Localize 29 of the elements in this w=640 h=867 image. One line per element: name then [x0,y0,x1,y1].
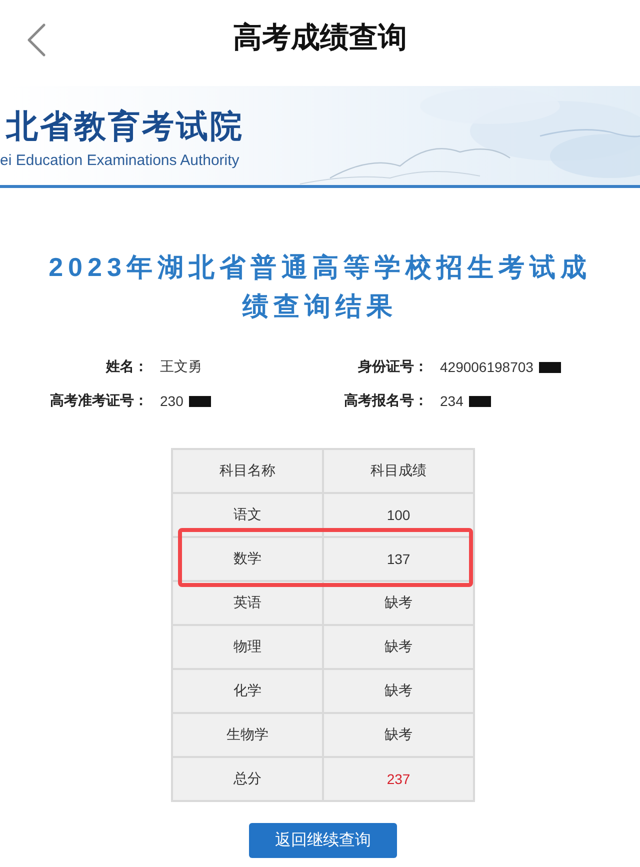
table-cell: 化学 [173,670,322,712]
table-cell: 缺考 [324,670,473,712]
page-title: 高考成绩查询 [232,20,408,56]
field-label: 身份证号： [358,358,428,376]
logo-title: 北省教育考试院 [4,107,245,145]
table-cell: 总分 [173,758,322,800]
field-label: 高考报名号： [344,392,428,410]
table-cell: 物理 [173,626,322,668]
field-value: 230 [160,393,184,409]
logo-subtitle: ei Education Examinations Authority [0,151,240,171]
back-icon[interactable] [26,23,46,57]
field-label: 高考准考证号： [50,392,148,410]
table-cell: 缺考 [324,626,473,668]
table-cell: 英语 [173,582,322,624]
result-heading: 2023年湖北省普通高等学校招生考试成绩查询结果 [48,251,592,323]
table-cell: 数学 [173,538,322,580]
back-to-query-button[interactable]: 返回继续查询 [249,823,397,858]
field-value: 王文勇 [160,358,202,376]
column-header: 科目成绩 [324,450,473,492]
table-cell: 生物学 [173,714,322,756]
column-header: 科目名称 [173,450,322,492]
table-cell: 237 [324,758,473,800]
table-cell: 100 [324,494,473,536]
field-value: 429006198703 [440,359,534,375]
table-cell: 缺考 [324,714,473,756]
field-value: 234 [440,393,464,409]
table-cell: 缺考 [324,582,473,624]
field-label: 姓名： [106,358,148,376]
table-cell: 语文 [173,494,322,536]
